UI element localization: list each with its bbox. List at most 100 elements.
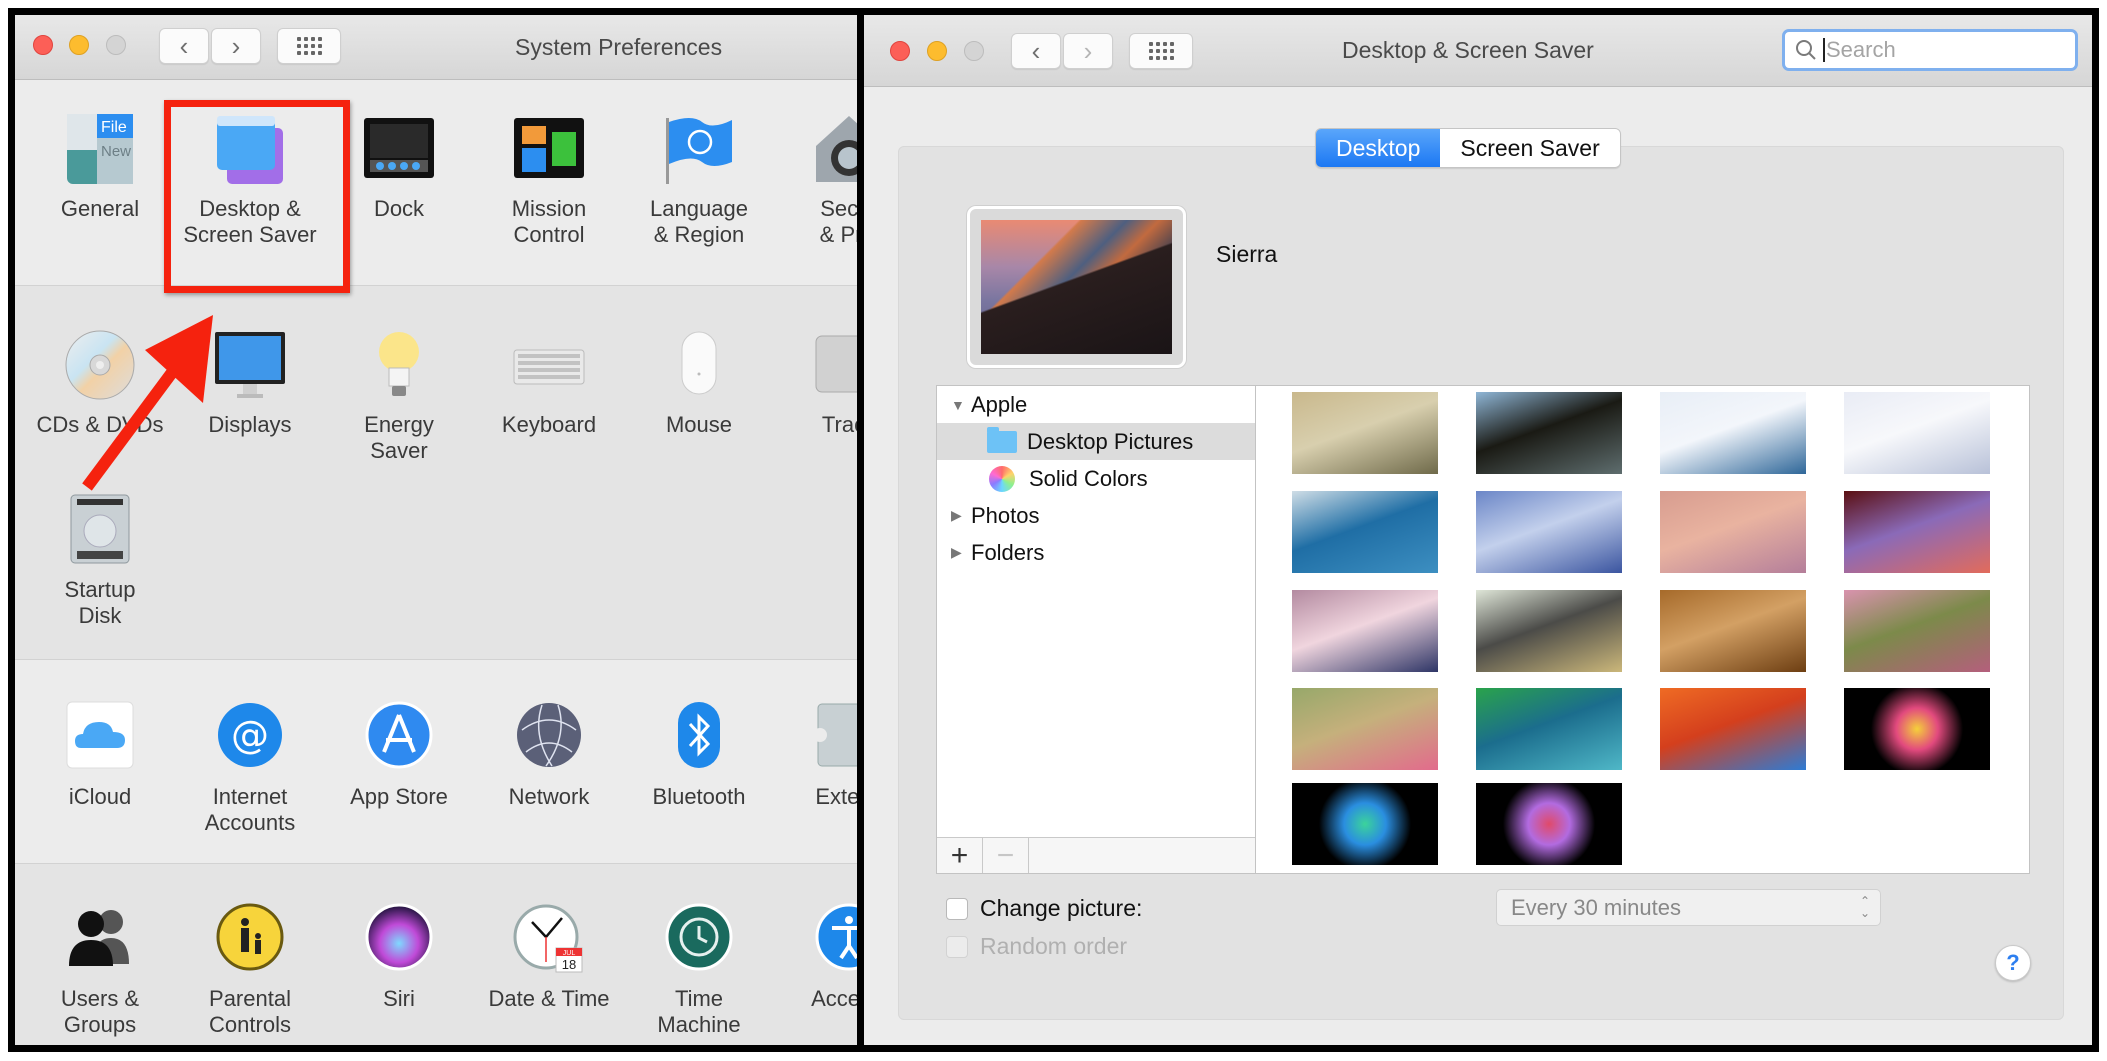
chevron-right-icon: › [1083, 36, 1093, 66]
help-button[interactable]: ? [1995, 945, 2031, 981]
wallpaper-thumbnail-color-burst-red[interactable] [1844, 688, 1990, 770]
pref-bluetooth[interactable]: Bluetooth [624, 700, 774, 810]
wallpaper-thumbnail-clouds[interactable] [1844, 392, 1990, 474]
add-source-button[interactable]: + [937, 838, 983, 873]
wallpaper-thumbnail-poppies[interactable] [1292, 688, 1438, 770]
wallpaper-thumbnail-orange-feathers[interactable] [1660, 688, 1806, 770]
forward-button[interactable]: › [1063, 33, 1113, 69]
wallpaper-thumbnail-blue-ice-waves[interactable] [1476, 491, 1622, 573]
source-label: Folders [971, 539, 1045, 565]
wallpaper-thumbnail-lake-reflection[interactable] [1292, 590, 1438, 672]
zoom-button[interactable] [106, 35, 126, 55]
back-button[interactable]: ‹ [159, 28, 209, 64]
current-wallpaper-preview [967, 206, 1186, 368]
source-item-desktop-pictures[interactable]: Desktop Pictures [937, 423, 1255, 460]
pref-trackpad[interactable]: Track [774, 328, 860, 438]
wallpaper-thumbnail-color-burst-blue[interactable] [1292, 783, 1438, 865]
pref-label: Bluetooth [652, 784, 746, 809]
pref-label: Network [508, 784, 590, 809]
icloud-icon [63, 700, 137, 774]
change-picture-option: Change picture: [946, 895, 1142, 922]
pref-security-privacy[interactable]: Secur & Priv [774, 112, 860, 248]
wallpaper-thumbnail-misty-mountains[interactable] [1476, 392, 1622, 474]
pref-accessibility[interactable]: Accessi [774, 902, 860, 1012]
forward-button[interactable]: › [211, 28, 261, 64]
pref-label: Track [821, 412, 860, 437]
pref-date-time[interactable]: JUL 18 Date & Time [474, 902, 624, 1012]
pref-network[interactable]: Network [474, 700, 624, 810]
tab-screen-saver[interactable]: Screen Saver [1440, 129, 1620, 167]
back-button[interactable]: ‹ [1011, 33, 1061, 69]
pref-label: Keyboard [501, 412, 597, 437]
disclosure-triangle-down-icon[interactable]: ▼ [951, 397, 965, 413]
keyboard-icon [512, 328, 586, 402]
pref-startup-disk[interactable]: Startup Disk [25, 493, 175, 629]
wallpaper-thumbnail-foggy-forest[interactable] [1292, 392, 1438, 474]
close-button[interactable] [33, 35, 53, 55]
source-item-apple[interactable]: ▼ Apple [937, 386, 1255, 423]
source-item-photos[interactable]: ▶ Photos [937, 497, 1255, 534]
accessibility-icon [812, 902, 860, 976]
pref-mission-control[interactable]: Mission Control [474, 112, 624, 248]
wallpaper-thumbnail-blue-pond-trees[interactable] [1292, 491, 1438, 573]
minimize-button[interactable] [927, 41, 947, 61]
show-all-button[interactable] [277, 28, 341, 64]
pref-label: iCloud [68, 784, 132, 809]
wallpaper-thumbnail-ice-floe[interactable] [1660, 392, 1806, 474]
source-label: Desktop Pictures [1027, 428, 1194, 454]
pref-energy-saver[interactable]: Energy Saver [324, 328, 474, 464]
pref-mouse[interactable]: Mouse [624, 328, 774, 438]
tab-desktop[interactable]: Desktop [1316, 129, 1441, 167]
source-label: Solid Colors [1029, 465, 1148, 491]
wallpaper-thumbnail-red-canyon[interactable] [1844, 491, 1990, 573]
wallpaper-thumbnail-pink-grass[interactable] [1844, 590, 1990, 672]
pref-label: Time Machine [657, 986, 741, 1037]
wallpaper-grid [1256, 385, 2030, 874]
dock-icon [362, 112, 436, 186]
search-placeholder: Search [1826, 37, 1896, 62]
window-title: Desktop & Screen Saver [1342, 37, 1594, 63]
disclosure-triangle-right-icon[interactable]: ▶ [951, 544, 965, 561]
source-item-solid-colors[interactable]: Solid Colors [937, 460, 1255, 497]
bluetooth-icon [662, 700, 736, 774]
wallpaper-thumbnail-elephant[interactable] [1476, 590, 1622, 672]
wallpaper-thumbnail-pink-clouds[interactable] [1660, 491, 1806, 573]
wallpaper-thumbnail-color-burst-purple[interactable] [1476, 783, 1622, 865]
pref-internet-accounts[interactable]: @ Internet Accounts [175, 700, 325, 836]
pref-parental-controls[interactable]: Parental Controls [175, 902, 325, 1038]
change-picture-checkbox[interactable] [946, 897, 968, 920]
pref-label: Startup Disk [64, 577, 136, 628]
pref-users-groups[interactable]: Users & Groups [25, 902, 175, 1038]
show-all-button[interactable] [1129, 33, 1193, 69]
remove-source-button[interactable]: − [983, 838, 1029, 873]
minimize-button[interactable] [69, 35, 89, 55]
change-interval-select[interactable]: Every 30 minutes ⌃ ⌄ [1496, 889, 1881, 926]
search-field[interactable]: Search [1782, 29, 2078, 71]
pref-extensions[interactable]: Extens [774, 700, 860, 810]
pref-language-region[interactable]: Language & Region [624, 112, 774, 248]
desktop-screen-saver-window: ‹ › Desktop & Screen Saver Search Deskto… [857, 8, 2099, 1052]
pref-keyboard[interactable]: Keyboard [474, 328, 624, 438]
users-groups-icon [63, 902, 137, 976]
disclosure-triangle-right-icon[interactable]: ▶ [951, 507, 965, 524]
mouse-icon [662, 328, 736, 402]
current-wallpaper-name: Sierra [1216, 241, 1278, 267]
pref-app-store[interactable]: App Store [324, 700, 474, 810]
source-label: Apple [971, 391, 1028, 417]
wallpaper-thumbnail-lion[interactable] [1660, 590, 1806, 672]
pref-label: Accessi [811, 986, 860, 1011]
source-item-folders[interactable]: ▶ Folders [937, 534, 1255, 571]
pref-label: Internet Accounts [204, 784, 296, 835]
pref-time-machine[interactable]: Time Machine [624, 902, 774, 1038]
chevron-right-icon: › [231, 31, 241, 61]
pref-label: General [60, 196, 140, 221]
title-bar: ‹ › System Preferences [15, 15, 860, 80]
close-button[interactable] [890, 41, 910, 61]
pref-siri[interactable]: Siri [324, 902, 474, 1012]
wallpaper-thumbnail-green-marble[interactable] [1476, 688, 1622, 770]
pref-general[interactable]: File New General [25, 112, 175, 222]
zoom-button[interactable] [964, 41, 984, 61]
random-order-checkbox[interactable] [946, 935, 968, 958]
pref-icloud[interactable]: iCloud [25, 700, 175, 810]
grid-icon [1148, 42, 1174, 60]
